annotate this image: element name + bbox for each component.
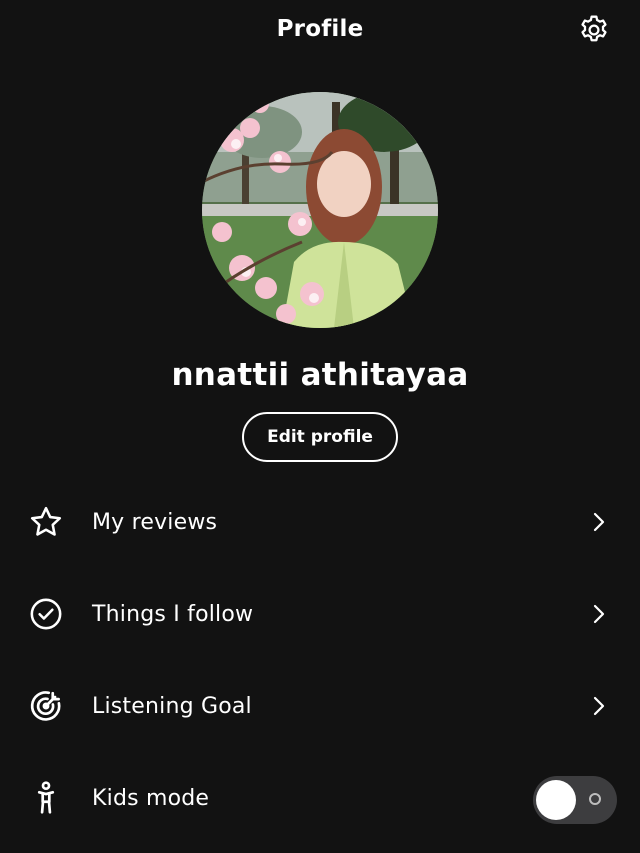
toggle-knob bbox=[536, 780, 576, 820]
menu-item-my-reviews[interactable]: My reviews bbox=[0, 476, 640, 568]
profile-photo bbox=[202, 92, 438, 328]
page-title: Profile bbox=[276, 16, 364, 42]
menu-item-listening-goal[interactable]: Listening Goal bbox=[0, 660, 640, 752]
child-icon bbox=[28, 780, 64, 816]
avatar[interactable] bbox=[202, 92, 438, 328]
star-icon bbox=[28, 504, 64, 540]
chevron-right-icon bbox=[593, 512, 605, 532]
target-icon bbox=[28, 688, 64, 724]
gear-icon bbox=[581, 15, 607, 42]
profile-menu: My reviews Things I follow Listening Goa… bbox=[0, 476, 640, 844]
edit-profile-button[interactable]: Edit profile bbox=[242, 412, 398, 462]
kids-mode-toggle[interactable] bbox=[533, 776, 617, 824]
chevron-right-icon bbox=[593, 696, 605, 716]
menu-item-kids-mode: Kids mode bbox=[0, 752, 640, 844]
chevron-right-icon bbox=[593, 604, 605, 624]
settings-button[interactable] bbox=[574, 10, 614, 50]
menu-item-label: My reviews bbox=[92, 509, 218, 535]
header: Profile bbox=[0, 0, 640, 62]
username: nnattii athitayaa bbox=[171, 357, 469, 393]
menu-item-label: Things I follow bbox=[92, 601, 254, 627]
menu-item-things-i-follow[interactable]: Things I follow bbox=[0, 568, 640, 660]
menu-item-label: Kids mode bbox=[92, 785, 210, 811]
check-circle-icon bbox=[28, 596, 64, 632]
menu-item-label: Listening Goal bbox=[92, 693, 252, 719]
toggle-off-icon bbox=[589, 793, 601, 805]
